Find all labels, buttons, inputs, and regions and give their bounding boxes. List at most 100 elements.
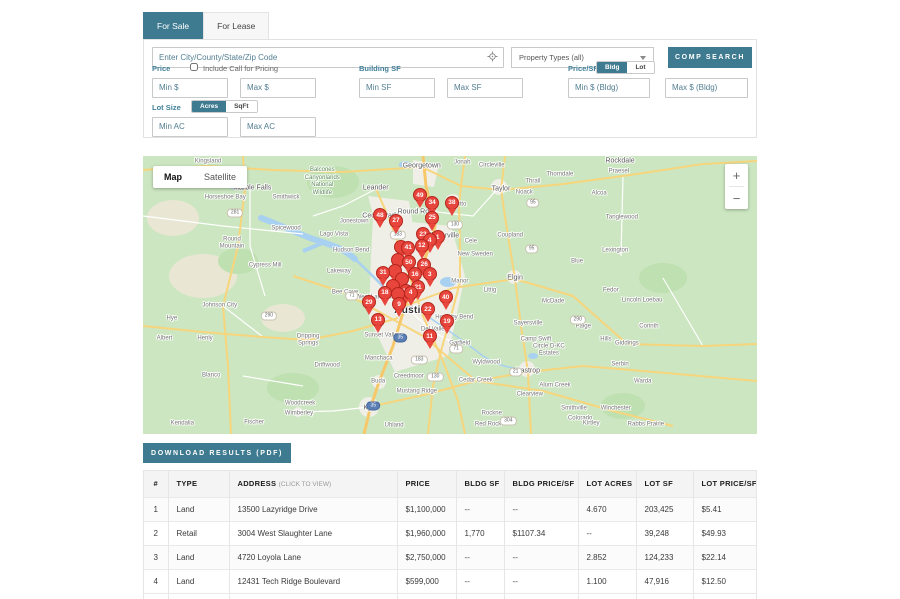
address-link[interactable]: 3004 West Slaughter Lane xyxy=(229,521,397,545)
lot-size-label: Lot Size xyxy=(152,103,181,112)
col-bldg-price-sf: BLDG PRICE/SF xyxy=(504,471,578,497)
tab-for-lease[interactable]: For Lease xyxy=(203,12,269,39)
road-shield: 281 xyxy=(227,208,243,217)
max-bldg-input[interactable] xyxy=(665,78,748,98)
road-shield: 290 xyxy=(261,311,277,320)
road-shield: 290 xyxy=(570,316,586,325)
road-shield: 71 xyxy=(449,345,463,354)
address-link[interactable]: 13500 Lazyridge Drive xyxy=(229,497,397,521)
map-marker[interactable]: 18 xyxy=(378,286,392,300)
cell-lot-price-sf: $22.14 xyxy=(693,545,756,569)
chevron-down-icon xyxy=(640,56,646,60)
cell-price: $2,750,000 xyxy=(397,545,456,569)
map-canvas[interactable]: KingslandGeorgetownJonahCirclevilleRockd… xyxy=(143,156,757,434)
max-sf-input[interactable] xyxy=(447,78,523,98)
cell-lot-sf: 39,248 xyxy=(636,521,693,545)
cell-bldg-price-sf: -- xyxy=(504,497,578,521)
price-sf-label: Price/SF xyxy=(568,64,598,73)
row-number: 4 xyxy=(144,569,168,593)
col-type: TYPE xyxy=(168,471,229,497)
cell-lot-price-sf: $49.93 xyxy=(693,521,756,545)
cell-bldg-price-sf: -- xyxy=(504,545,578,569)
road-shield: 35 xyxy=(366,402,380,411)
map-view-button[interactable]: Map xyxy=(153,166,193,188)
map-marker[interactable]: 16 xyxy=(408,267,422,281)
address-link[interactable]: 4720 Loyola Lane xyxy=(229,545,397,569)
map-marker[interactable]: 40 xyxy=(439,290,453,304)
acres-toggle[interactable]: Acres xyxy=(192,101,226,112)
road-shield: 95 xyxy=(525,245,539,254)
table-header-row: # TYPE ADDRESS (CLICK TO VIEW) PRICE BLD… xyxy=(144,471,756,497)
building-sf-label: Building SF xyxy=(359,64,401,73)
satellite-view-button[interactable]: Satellite xyxy=(193,166,247,188)
road-shield: 35 xyxy=(393,334,407,343)
map-marker[interactable]: 22 xyxy=(421,302,435,316)
zoom-out-button[interactable]: − xyxy=(725,187,748,209)
col-lot-sf: LOT SF xyxy=(636,471,693,497)
bldg-toggle[interactable]: Bldg xyxy=(597,62,627,73)
cell-bldg-sf: -- xyxy=(456,545,504,569)
results-table: # TYPE ADDRESS (CLICK TO VIEW) PRICE BLD… xyxy=(143,470,757,599)
road-shield: 183 xyxy=(411,356,427,365)
map-marker[interactable]: 12 xyxy=(415,239,429,253)
max-price-input[interactable] xyxy=(240,78,316,98)
sqft-toggle[interactable]: SqFt xyxy=(226,101,256,112)
include-call-checkbox[interactable] xyxy=(190,63,198,71)
map-type-control: Map Satellite xyxy=(153,166,247,188)
table-row-partial xyxy=(144,593,756,599)
cell-price: $1,960,000 xyxy=(397,521,456,545)
cell-type: Land xyxy=(168,569,229,593)
row-number: 2 xyxy=(144,521,168,545)
min-bldg-input[interactable] xyxy=(568,78,650,98)
map-marker[interactable]: 38 xyxy=(445,196,459,210)
col-num: # xyxy=(144,471,168,497)
map-marker[interactable]: 13 xyxy=(371,313,385,327)
cell-type: Retail xyxy=(168,521,229,545)
table-row: 2Retail3004 West Slaughter Lane$1,960,00… xyxy=(144,521,756,545)
lot-size-toggle: Acres SqFt xyxy=(191,100,258,113)
table-row: 1Land13500 Lazyridge Drive$1,100,000----… xyxy=(144,497,756,521)
cell-bldg-sf: -- xyxy=(456,497,504,521)
map-marker[interactable]: 27 xyxy=(389,214,403,228)
cell-lot-acres: 1.100 xyxy=(578,569,636,593)
max-ac-input[interactable] xyxy=(240,117,316,137)
col-lot-acres: LOT ACRES xyxy=(578,471,636,497)
road-shield: 21 xyxy=(509,368,523,377)
cell-lot-acres: 4.670 xyxy=(578,497,636,521)
lot-toggle[interactable]: Lot xyxy=(627,62,653,73)
tab-for-sale[interactable]: For Sale xyxy=(143,12,203,39)
cell-bldg-sf: -- xyxy=(456,569,504,593)
map-marker[interactable]: 19 xyxy=(440,314,454,328)
cell-lot-acres: 2.852 xyxy=(578,545,636,569)
map-marker[interactable]: 48 xyxy=(373,208,387,222)
cell-bldg-price-sf: $1107.34 xyxy=(504,521,578,545)
cell-lot-price-sf: $12.50 xyxy=(693,569,756,593)
map-marker[interactable]: 11 xyxy=(423,329,437,343)
min-price-input[interactable] xyxy=(152,78,228,98)
map-marker[interactable]: 3 xyxy=(423,267,437,281)
cell-bldg-sf: 1,770 xyxy=(456,521,504,545)
map-marker[interactable]: 31 xyxy=(376,266,390,280)
locate-icon[interactable] xyxy=(487,51,498,62)
page: For Sale For Lease Property Types (all) … xyxy=(0,0,900,599)
download-results-button[interactable]: DOWNLOAD RESULTS (PDF) xyxy=(143,443,291,463)
col-lot-price-sf: LOT PRICE/SF xyxy=(693,471,756,497)
map-marker[interactable]: 4 xyxy=(404,286,418,300)
address-link[interactable]: 12431 Tech Ridge Boulevard xyxy=(229,569,397,593)
min-ac-input[interactable] xyxy=(152,117,228,137)
map-marker[interactable]: 34 xyxy=(425,196,439,210)
cell-price: $599,000 xyxy=(397,569,456,593)
comp-search-button[interactable]: COMP SEARCH xyxy=(668,47,752,68)
col-price: PRICE xyxy=(397,471,456,497)
col-address-note: (CLICK TO VIEW) xyxy=(279,481,332,488)
col-bldg-sf: BLDG SF xyxy=(456,471,504,497)
table-row: 4Land12431 Tech Ridge Boulevard$599,000-… xyxy=(144,569,756,593)
map-marker[interactable]: 25 xyxy=(425,211,439,225)
zoom-in-button[interactable]: + xyxy=(725,164,748,186)
table-row: 3Land4720 Loyola Lane$2,750,000----2.852… xyxy=(144,545,756,569)
map-marker[interactable]: 9 xyxy=(392,297,406,311)
road-shield: 130 xyxy=(447,220,463,229)
min-sf-input[interactable] xyxy=(359,78,435,98)
cell-bldg-price-sf: -- xyxy=(504,569,578,593)
map-marker[interactable]: 29 xyxy=(362,295,376,309)
